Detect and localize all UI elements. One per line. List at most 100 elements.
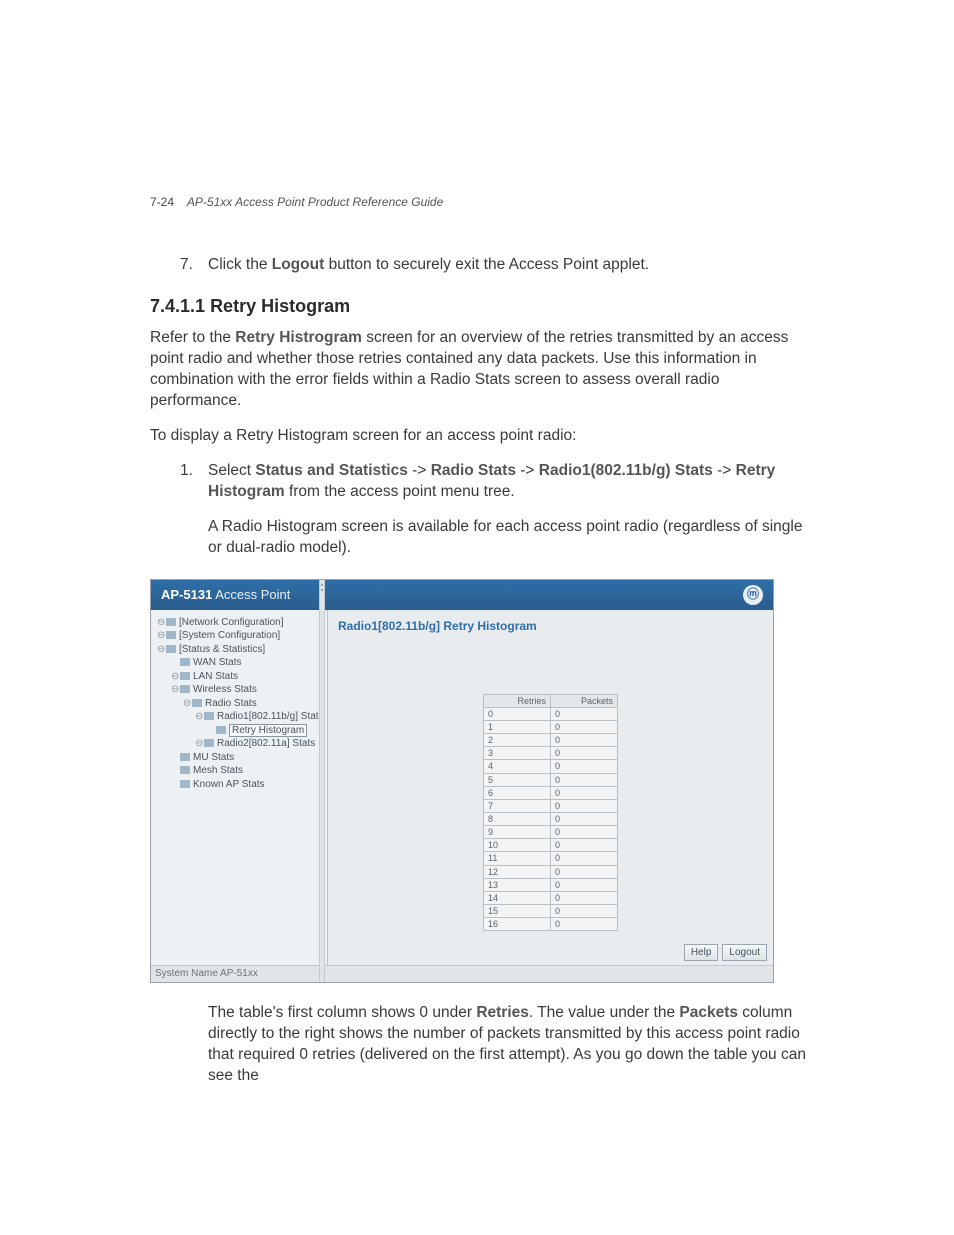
bold-term: Radio Stats <box>431 462 516 479</box>
app-titlebar: AP-5131 Access Point ⓜ <box>151 580 773 610</box>
status-bar: System Name AP-51xx <box>151 965 773 982</box>
node-icon <box>204 739 214 747</box>
step-note: A Radio Histogram screen is available fo… <box>208 517 814 559</box>
logout-button[interactable]: Logout <box>722 944 767 962</box>
cell-retries: 15 <box>484 904 551 917</box>
running-header: 7-24 AP-51xx Access Point Product Refere… <box>150 195 443 209</box>
cell-packets: 0 <box>551 904 618 917</box>
cell-packets: 0 <box>551 773 618 786</box>
expand-icon[interactable]: ⊖ <box>171 670 179 684</box>
tree-label: [Status & Statistics] <box>179 644 265 655</box>
tree-item[interactable]: Retry Histogram <box>155 724 323 738</box>
tree-item[interactable]: ⊖Radio2[802.11a] Stats <box>155 737 323 751</box>
tree-item[interactable]: ⊖ [Status & Statistics] <box>155 643 323 657</box>
tree-label: Wireless Stats <box>193 684 257 695</box>
expand-icon[interactable]: ⊖ <box>195 710 203 724</box>
table-row: 130 <box>484 878 618 891</box>
node-icon <box>180 672 190 680</box>
nav-tree[interactable]: ⊖ [Network Configuration] ⊖ [System Configu… <box>151 610 328 966</box>
cell-packets: 0 <box>551 720 618 733</box>
node-icon <box>180 766 190 774</box>
table-row: 60 <box>484 786 618 799</box>
cell-retries: 12 <box>484 865 551 878</box>
section-heading: 7.4.1.1 Retry Histogram <box>150 294 814 318</box>
cell-retries: 10 <box>484 839 551 852</box>
cell-retries: 3 <box>484 747 551 760</box>
bold-term: Retry Histrogram <box>235 329 362 346</box>
tree-item[interactable]: WAN Stats <box>155 656 323 670</box>
tree-item[interactable]: MU Stats <box>155 751 323 765</box>
expand-icon[interactable]: ⊖ <box>171 683 179 697</box>
cell-packets: 0 <box>551 799 618 812</box>
step-number: 1. <box>180 461 208 503</box>
cell-retries: 5 <box>484 773 551 786</box>
node-icon <box>180 685 190 693</box>
step-number: 7. <box>180 255 208 276</box>
tree-item[interactable]: ⊖ [System Configuration] <box>155 629 323 643</box>
panel-title: Radio1[802.11b/g] Retry Histogram <box>338 618 763 634</box>
table-row: 90 <box>484 826 618 839</box>
node-icon <box>204 712 214 720</box>
tree-label: [System Configuration] <box>179 630 280 641</box>
node-icon <box>166 645 176 653</box>
cell-retries: 0 <box>484 707 551 720</box>
table-row: 160 <box>484 918 618 931</box>
intro-paragraph: Refer to the Retry Histrogram screen for… <box>150 328 814 412</box>
node-icon <box>180 658 190 666</box>
node-icon <box>166 618 176 626</box>
cell-packets: 0 <box>551 747 618 760</box>
tree-item[interactable]: ⊖ Wireless Stats <box>155 683 323 697</box>
splitter-handle[interactable] <box>319 580 325 982</box>
tree-label: Retry Histogram <box>229 724 307 737</box>
expand-icon[interactable]: ⊖ <box>157 629 165 643</box>
table-row: 80 <box>484 812 618 825</box>
table-row: 10 <box>484 720 618 733</box>
bold-term: Retries <box>476 1004 529 1021</box>
tree-item[interactable]: ⊖Radio Stats <box>155 697 323 711</box>
tree-label: Known AP Stats <box>193 779 265 790</box>
retry-histogram-table: Retries Packets 001020304050607080901001… <box>483 694 618 932</box>
table-row: 120 <box>484 865 618 878</box>
node-icon <box>180 753 190 761</box>
table-row: 40 <box>484 760 618 773</box>
table-row: 70 <box>484 799 618 812</box>
tree-item[interactable]: Mesh Stats <box>155 764 323 778</box>
cell-packets: 0 <box>551 839 618 852</box>
expand-icon[interactable]: ⊖ <box>157 643 165 657</box>
help-button[interactable]: Help <box>684 944 719 962</box>
expand-icon[interactable]: ⊖ <box>183 697 191 711</box>
table-row: 50 <box>484 773 618 786</box>
node-icon <box>180 780 190 788</box>
table-row: 140 <box>484 891 618 904</box>
col-header-retries: Retries <box>484 694 551 707</box>
expand-icon[interactable]: ⊖ <box>157 616 165 630</box>
table-row: 150 <box>484 904 618 917</box>
tree-item[interactable]: ⊖Radio1[802.11b/g] Stats <box>155 710 323 724</box>
bold-term: Status and Statistics <box>255 462 407 479</box>
cell-packets: 0 <box>551 865 618 878</box>
guide-title: AP-51xx Access Point Product Reference G… <box>187 195 443 209</box>
section-number: 7.4.1.1 <box>150 296 205 316</box>
expand-icon[interactable]: ⊖ <box>195 737 203 751</box>
cell-packets: 0 <box>551 734 618 747</box>
cell-retries: 14 <box>484 891 551 904</box>
table-row: 30 <box>484 747 618 760</box>
tree-item[interactable]: Known AP Stats <box>155 778 323 792</box>
tree-item[interactable]: ⊖ [Network Configuration] <box>155 616 323 630</box>
table-row: 20 <box>484 734 618 747</box>
step-7: 7. Click the Logout button to securely e… <box>180 255 814 276</box>
step-text: Click the Logout button to securely exit… <box>208 255 814 276</box>
cell-retries: 11 <box>484 852 551 865</box>
table-row: 100 <box>484 839 618 852</box>
tree-label: WAN Stats <box>193 657 242 668</box>
cell-retries: 13 <box>484 878 551 891</box>
cell-retries: 4 <box>484 760 551 773</box>
node-icon <box>166 631 176 639</box>
tree-label: [Network Configuration] <box>179 617 284 628</box>
main-panel: Radio1[802.11b/g] Retry Histogram Retrie… <box>328 610 773 966</box>
cell-retries: 6 <box>484 786 551 799</box>
brand-logo-icon: ⓜ <box>743 585 763 605</box>
bold-term: Radio1(802.11b/g) Stats <box>539 462 713 479</box>
tree-item[interactable]: ⊖LAN Stats <box>155 670 323 684</box>
cell-packets: 0 <box>551 878 618 891</box>
